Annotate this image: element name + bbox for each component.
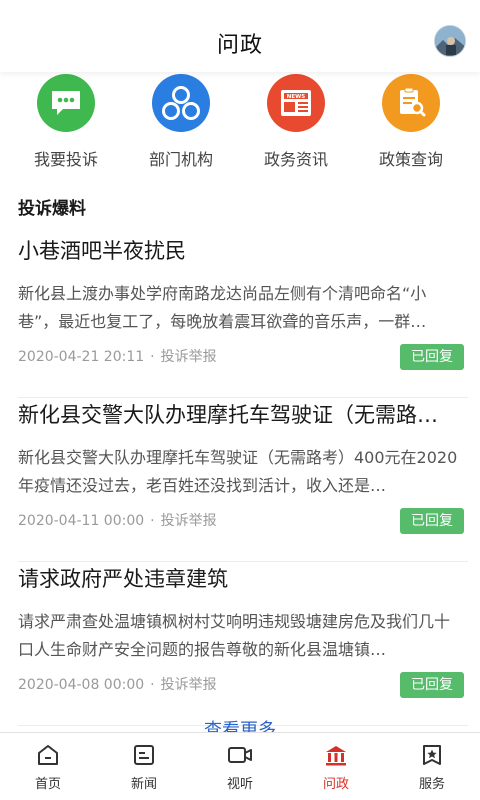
quick-link-gov-news[interactable]: NEWS 政务资讯 <box>241 74 351 170</box>
post-meta: 2020-04-21 20:11 · 投诉举报 <box>18 346 217 366</box>
post-date: 2020-04-21 20:11 <box>18 349 145 365</box>
post-excerpt: 新化县交警大队办理摩托车驾驶证（无需路考）400元在2020年疫情还没过去，老百… <box>18 448 458 495</box>
post-date: 2020-04-08 00:00 <box>18 677 145 693</box>
tab-label: 视听 <box>226 777 253 792</box>
list-item[interactable]: 新化县交警大队办理摩托车驾驶证（无需路… 新化县交警大队办理摩托车驾驶证（无需路… <box>18 400 468 562</box>
quick-link-label: 政务资讯 <box>263 150 328 169</box>
separator-dot: · <box>150 513 155 529</box>
quick-link-departments[interactable]: 部门机构 <box>126 74 236 170</box>
quick-link-complain[interactable]: 我要投诉 <box>11 74 121 170</box>
tab-home[interactable]: 首页 <box>0 733 96 800</box>
post-meta: 2020-04-11 00:00 · 投诉举报 <box>18 510 217 530</box>
status-badge: 已回复 <box>400 508 464 534</box>
news-icon: NEWS <box>267 74 325 132</box>
tab-label: 首页 <box>34 777 61 792</box>
quick-link-label: 政策查询 <box>378 150 443 169</box>
avatar[interactable] <box>434 25 466 57</box>
svg-text:NEWS: NEWS <box>287 94 305 100</box>
separator-dot: · <box>150 349 155 365</box>
service-star-icon <box>384 743 480 767</box>
status-badge: 已回复 <box>400 344 464 370</box>
government-building-icon <box>288 743 384 767</box>
bottom-tab-bar: 首页 新闻 视听 问政 服务 <box>0 732 480 800</box>
post-title: 小巷酒吧半夜扰民 <box>18 239 186 263</box>
tab-news[interactable]: 新闻 <box>96 733 192 800</box>
post-title: 请求政府严处违章建筑 <box>18 567 228 591</box>
status-badge: 已回复 <box>400 672 464 698</box>
tab-video[interactable]: 视听 <box>192 733 288 800</box>
section-title: 投诉爆料 <box>18 199 86 219</box>
separator-dot: · <box>150 677 155 693</box>
page-title: 问政 <box>216 33 263 58</box>
post-category: 投诉举报 <box>160 677 217 693</box>
chat-bubble-icon <box>37 74 95 132</box>
org-circles-icon <box>152 74 210 132</box>
home-icon <box>0 743 96 767</box>
complaint-list: 小巷酒吧半夜扰民 新化县上渡办事处学府南路龙达尚品左侧有个清吧命名“小巷”，最近… <box>18 236 468 726</box>
quick-links: 我要投诉 部门机构 NEWS 政务资讯 政策查询 <box>0 74 480 170</box>
list-item[interactable]: 小巷酒吧半夜扰民 新化县上渡办事处学府南路龙达尚品左侧有个清吧命名“小巷”，最近… <box>18 236 468 398</box>
news-list-icon <box>96 743 192 767</box>
video-camera-icon <box>192 743 288 767</box>
post-category: 投诉举报 <box>160 513 217 529</box>
tab-wenzheng[interactable]: 问政 <box>288 733 384 800</box>
quick-link-policy-search[interactable]: 政策查询 <box>356 74 466 170</box>
post-date: 2020-04-11 00:00 <box>18 513 145 529</box>
tab-service[interactable]: 服务 <box>384 733 480 800</box>
document-search-icon <box>382 74 440 132</box>
tab-label: 新闻 <box>130 777 157 792</box>
post-category: 投诉举报 <box>160 349 217 365</box>
tab-label: 问政 <box>322 777 349 792</box>
top-header: 问政 <box>0 0 480 72</box>
post-excerpt: 新化县上渡办事处学府南路龙达尚品左侧有个清吧命名“小巷”，最近也复工了，每晚放着… <box>18 284 427 331</box>
list-item[interactable]: 请求政府严处违章建筑 请求严肃查处温塘镇枫树村艾响明违规毁塘建房危及我们几十口人… <box>18 564 468 726</box>
quick-link-label: 部门机构 <box>148 150 213 169</box>
post-excerpt: 请求严肃查处温塘镇枫树村艾响明违规毁塘建房危及我们几十口人生命财产安全问题的报告… <box>18 612 451 659</box>
post-meta: 2020-04-08 00:00 · 投诉举报 <box>18 674 217 694</box>
post-title: 新化县交警大队办理摩托车驾驶证（无需路… <box>18 403 438 427</box>
tab-label: 服务 <box>418 777 445 792</box>
quick-link-label: 我要投诉 <box>33 150 98 169</box>
